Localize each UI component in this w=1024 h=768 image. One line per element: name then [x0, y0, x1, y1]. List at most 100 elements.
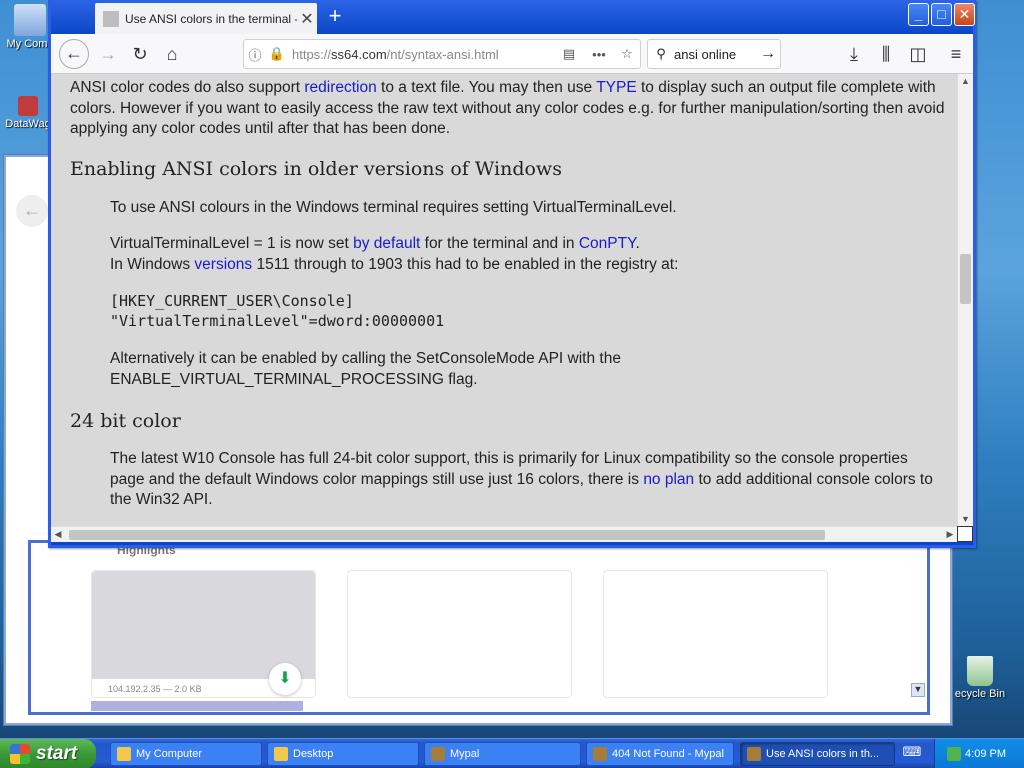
code-line: "VirtualTerminalLevel"=dword:00000001 [110, 312, 445, 330]
text: page and the default Windows color mappi… [110, 470, 644, 488]
browser-window: Use ANSI colors in the terminal - W ✕ + … [48, 0, 976, 548]
downloads-icon[interactable]: ⤓ [839, 40, 869, 68]
background-highlights-window[interactable]: Highlights ⬇ 104.192.2.35 — 2.0 KB ▼ [28, 540, 930, 715]
reader-view-icon[interactable]: ▤ [554, 46, 584, 62]
heading-enabling-ansi: Enabling ANSI colors in older versions o… [70, 158, 562, 180]
text: to add additional console colors to [694, 470, 933, 488]
text: for the terminal and in [420, 235, 579, 252]
text: to a text file. You may then use [376, 79, 597, 96]
computer-icon [14, 4, 46, 36]
link-redirection[interactable]: redirection [304, 79, 376, 96]
back-button[interactable]: ← [59, 39, 89, 69]
menu-icon[interactable]: ≡ [941, 40, 971, 68]
network-icon[interactable] [947, 747, 961, 761]
taskbar-item-mypal[interactable]: Mypal [424, 742, 581, 766]
paragraph-virtualterminal: To use ANSI colours in the Windows termi… [110, 199, 677, 216]
recycle-bin-icon [967, 656, 993, 686]
code-line: [HKEY_CURRENT_USER\Console] [110, 292, 354, 310]
highlight-tile[interactable]: ⬇ 104.192.2.35 — 2.0 KB [91, 570, 316, 698]
mypal-icon [747, 747, 761, 761]
scrollbar-thumb[interactable] [69, 530, 825, 540]
task-label: Use ANSI colors in th... [766, 748, 880, 760]
task-label: 404 Not Found - Mypal [612, 748, 724, 760]
library-icon[interactable]: ⫼ [871, 40, 901, 68]
task-label: Desktop [293, 748, 334, 760]
text: Alternatively it can be enabled by calli… [110, 350, 621, 367]
heading-24-bit-color: 24 bit color [70, 410, 181, 432]
tab-bar: Use ANSI colors in the terminal - W ✕ + … [51, 0, 975, 34]
taskbar-item-desktop[interactable]: Desktop [267, 742, 419, 766]
search-box[interactable]: ⚲ ansi online → [647, 39, 781, 69]
address-bar[interactable]: ⓘ 🔒 https://ss64.com/nt/syntax-ansi.html… [243, 39, 641, 69]
back-arrow-icon[interactable]: ← [16, 195, 48, 227]
scrollbar-thumb[interactable] [960, 254, 971, 304]
folder-icon [117, 747, 131, 761]
scroll-right-icon[interactable]: ▶ [943, 527, 957, 542]
close-tab-icon[interactable]: ✕ [297, 9, 317, 29]
vertical-scrollbar[interactable]: ▲ ▼ [957, 74, 973, 526]
scroll-down-icon[interactable]: ▼ [911, 683, 925, 697]
sidebar-icon[interactable]: ◫ [903, 40, 933, 68]
info-icon[interactable]: ⓘ [244, 45, 266, 64]
link-no-plan[interactable]: no plan [643, 471, 694, 488]
tile-meta: 104.192.2.35 — 2.0 KB [108, 684, 202, 694]
taskbar-item-404-mypal[interactable]: 404 Not Found - Mypal [586, 742, 734, 766]
tab-active[interactable]: Use ANSI colors in the terminal - W ✕ [95, 3, 317, 34]
desktop-icon-label: ecycle Bin [954, 688, 1006, 700]
text: the Win32 API. [110, 491, 213, 508]
minimize-button[interactable]: _ [908, 3, 929, 26]
start-button[interactable]: start [0, 739, 96, 768]
reload-button[interactable]: ↻ [125, 40, 155, 68]
mypal-icon [593, 747, 607, 761]
horizontal-scrollbar-thumb[interactable] [91, 701, 303, 711]
maximize-button[interactable]: □ [931, 3, 952, 26]
text: applying any color codes until after tha… [70, 120, 451, 137]
folder-icon [274, 747, 288, 761]
horizontal-scrollbar[interactable]: ◀ ▶ [51, 526, 957, 542]
text: VirtualTerminalLevel = 1 is now set [110, 235, 354, 252]
paragraph-24bit: The latest W10 Console has full 24-bit c… [110, 449, 950, 511]
page-actions-icon[interactable]: ••• [584, 47, 614, 62]
paragraph-redirection: ANSI color codes do also support redirec… [70, 78, 950, 140]
scrollbar-corner [957, 526, 973, 542]
link-by-default[interactable]: by default [353, 235, 420, 252]
home-button[interactable]: ⌂ [157, 40, 187, 68]
scroll-left-icon[interactable]: ◀ [51, 527, 65, 542]
taskbar-item-ansi-colors[interactable]: Use ANSI colors in th... [740, 742, 895, 766]
scroll-down-icon[interactable]: ▼ [958, 512, 973, 526]
text: colors. However if you want to easily ac… [70, 99, 945, 117]
navigation-bar: ← → ↻ ⌂ ⓘ 🔒 https://ss64.com/nt/syntax-a… [51, 34, 973, 74]
close-window-button[interactable]: ✕ [954, 3, 975, 26]
highlight-tile[interactable] [603, 570, 828, 698]
desktop-icon-recycle-bin[interactable]: ecycle Bin [950, 656, 1010, 700]
scroll-up-icon[interactable]: ▲ [958, 74, 973, 88]
task-label: My Computer [136, 748, 203, 760]
taskbar-item-my-computer[interactable]: My Computer [110, 742, 262, 766]
mypal-icon [431, 747, 445, 761]
paragraph-setconsolemode: Alternatively it can be enabled by calli… [110, 349, 621, 390]
new-tab-button[interactable]: + [322, 4, 348, 30]
highlight-tile[interactable] [347, 570, 572, 698]
bookmark-star-icon[interactable]: ☆ [614, 46, 640, 62]
link-conpty[interactable]: ConPTY [579, 235, 636, 252]
clock[interactable]: 4:09 PM [965, 748, 1006, 760]
datawag-icon [18, 96, 38, 116]
search-icon: ⚲ [656, 46, 666, 61]
start-label: start [36, 743, 78, 764]
search-go-icon[interactable]: → [756, 45, 780, 63]
link-type[interactable]: TYPE [596, 79, 636, 96]
search-input[interactable]: ansi online [674, 47, 756, 62]
link-versions[interactable]: versions [194, 256, 252, 273]
text: 1511 through to 1903 this had to be enab… [252, 255, 679, 273]
forward-button[interactable]: → [93, 40, 123, 68]
task-label: Mypal [450, 748, 480, 760]
page-content: ANSI color codes do also support redirec… [51, 74, 957, 526]
text: ANSI color codes do also support [70, 79, 305, 96]
download-icon[interactable]: ⬇ [269, 663, 301, 695]
keyboard-icon[interactable]: ⌨ [901, 744, 923, 764]
text: ENABLE_VIRTUAL_TERMINAL_PROCESSING flag. [110, 370, 478, 388]
url-text[interactable]: https://ss64.com/nt/syntax-ansi.html [288, 47, 554, 62]
text: to display such an output file complete … [636, 79, 936, 96]
windows-logo-icon [10, 744, 30, 764]
lock-icon[interactable]: 🔒 [266, 46, 288, 62]
